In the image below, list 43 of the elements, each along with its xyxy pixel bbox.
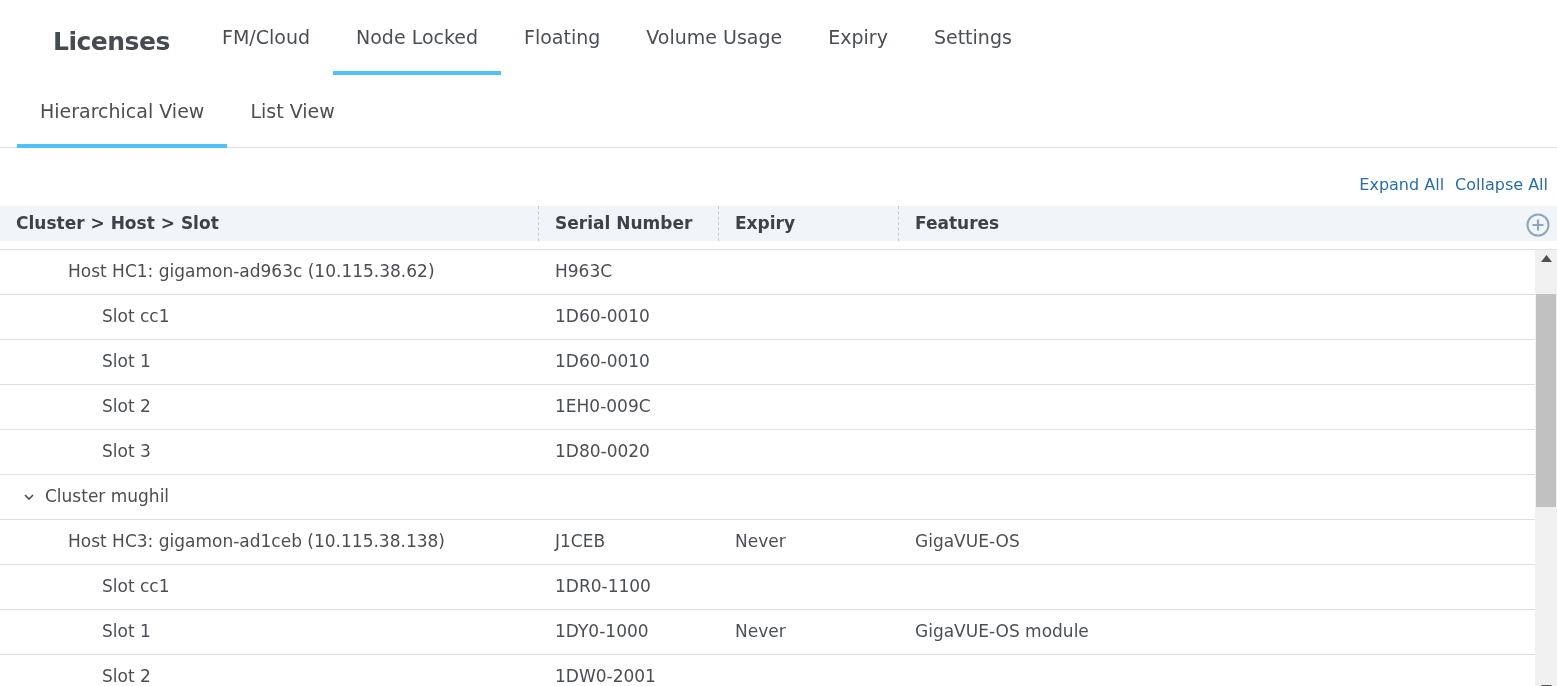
table-cell-text: Never: [734, 530, 786, 554]
nav-tab[interactable]: Volume Usage: [623, 0, 806, 75]
table-cell-text: GigaVUE-OS: [914, 530, 1020, 554]
nav-tab[interactable]: FM/Cloud: [199, 0, 333, 75]
tree-item[interactable]: Host HC1: gigamon-ad963c (10.115.38.62): [68, 259, 435, 285]
table-cell-text: 1DY0-1000: [554, 620, 649, 644]
column-header[interactable]: Expiry: [719, 210, 796, 237]
nav-tab[interactable]: Floating: [501, 0, 624, 75]
table-cell-text: 1D60-0010: [554, 305, 650, 329]
column-header[interactable]: Cluster > Host > Slot: [0, 210, 219, 237]
scroll-up-icon[interactable]: [1541, 255, 1552, 262]
tree-item[interactable]: Slot 3: [102, 439, 151, 465]
table-cell-text: 1DW0-2001: [554, 665, 656, 686]
tree-item[interactable]: Cluster mughil: [45, 484, 170, 510]
tree-item[interactable]: Slot cc1: [102, 574, 170, 600]
tree-item[interactable]: Slot 1: [102, 619, 151, 645]
tree-item[interactable]: Slot cc1: [102, 304, 170, 330]
view-tab[interactable]: List View: [227, 75, 358, 148]
table-cell-text: 1EH0-009C: [554, 395, 651, 419]
nav-tab[interactable]: Expiry: [805, 0, 911, 75]
nav-tab[interactable]: Settings: [910, 0, 1035, 75]
column-header[interactable]: Features: [899, 210, 1000, 237]
table-cell-text: H963C: [554, 260, 613, 284]
column-header[interactable]: Serial Number: [539, 210, 693, 237]
table-cell-text: GigaVUE-OS module: [914, 620, 1089, 644]
tree-item[interactable]: Slot 1: [102, 349, 151, 375]
tree-item[interactable]: Host HC3: gigamon-ad1ceb (10.115.38.138): [68, 529, 445, 555]
action-link[interactable]: Collapse All: [1455, 173, 1548, 195]
action-link[interactable]: Expand All: [1359, 173, 1445, 195]
scrollbar[interactable]: [1535, 250, 1557, 686]
table-cell-text: 1D60-0010: [554, 350, 650, 374]
nav-tab[interactable]: Node Locked: [333, 0, 502, 75]
tree-item[interactable]: Slot 2: [102, 664, 151, 686]
app-title: Licenses: [52, 25, 171, 58]
add-column-icon[interactable]: [1526, 213, 1550, 237]
table-cell-text: Never: [734, 620, 786, 644]
table-cell-text: 1D80-0020: [554, 440, 650, 464]
tree-item[interactable]: Slot 2: [102, 394, 151, 420]
chevron-down-icon[interactable]: [23, 491, 35, 503]
view-tab[interactable]: Hierarchical View: [17, 75, 228, 148]
table-cell-text: 1DR0-1100: [554, 575, 651, 599]
scrollbar-thumb[interactable]: [1536, 294, 1556, 507]
table-cell-text: J1CEB: [553, 530, 606, 554]
